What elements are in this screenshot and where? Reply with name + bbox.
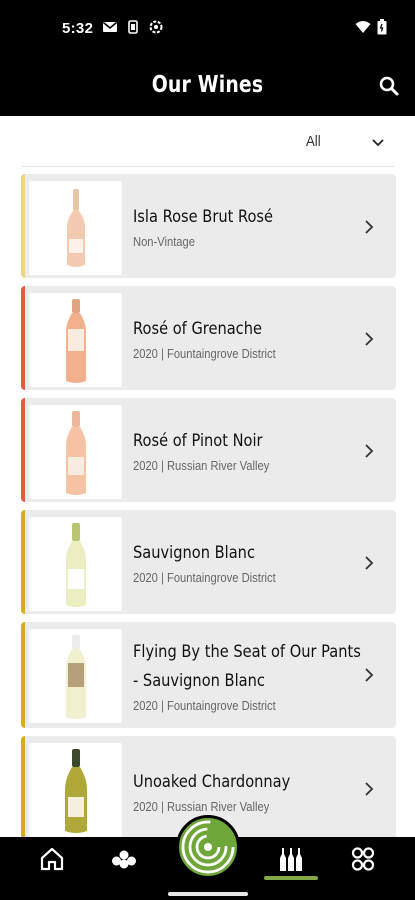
chevron-right-icon [362,781,376,797]
wine-subtitle: 2020 | Russian River Valley [133,799,270,814]
app-bar: Our Wines [0,58,415,116]
wine-bottle-image [29,293,122,387]
status-bar: 5:32 [0,0,415,58]
category-stripe [21,398,25,502]
grid-icon[interactable] [348,845,378,873]
wine-bottle-image [29,405,122,499]
wine-subtitle: Non-Vintage [133,234,195,249]
wine-name: Rosé of Pinot Noir [133,431,263,451]
wine-bottle-image [29,181,122,275]
home-icon[interactable] [37,845,67,873]
category-stripe [21,174,25,278]
wine-card[interactable]: Isla Rose Brut Rosé Non-Vintage [21,174,396,278]
target-icon[interactable] [176,815,240,879]
wine-name-line-1: Flying By the Seat of Our Pants [133,641,361,662]
category-stripe [21,622,25,728]
wine-name: Isla Rose Brut Rosé [133,207,274,227]
chevron-right-icon [362,555,376,571]
chevron-right-icon [362,667,376,683]
status-time: 5:32 [62,20,94,37]
settings-icon [148,19,164,35]
wine-subtitle: 2020 | Fountaingrove District [133,570,276,585]
active-tab-indicator [264,876,318,880]
wine-card[interactable]: Sauvignon Blanc 2020 | Fountaingrove Dis… [21,510,396,614]
search-icon[interactable] [377,74,401,98]
chevron-right-icon [362,443,376,459]
wine-name: Sauvignon Blanc [133,543,255,563]
chevron-down-icon [370,134,386,150]
wifi-icon [355,20,371,39]
chevron-right-icon [362,331,376,347]
battery-saver-icon [125,19,141,35]
battery-icon [377,19,387,40]
wine-card[interactable]: Rosé of Grenache 2020 | Fountaingrove Di… [21,286,396,390]
wine-name: Unoaked Chardonnay [133,772,291,792]
wine-subtitle: 2020 | Russian River Valley [133,458,270,473]
wine-bottle-image [29,743,122,837]
chevron-right-icon [362,219,376,235]
wine-card[interactable]: Flying By the Seat of Our Pants - Sauvig… [21,622,396,728]
wine-subtitle: 2020 | Fountaingrove District [133,346,276,361]
category-stripe [21,736,25,846]
gmail-icon [102,19,118,35]
page-title: Our Wines [151,72,264,98]
wine-card[interactable]: Rosé of Pinot Noir 2020 | Russian River … [21,398,396,502]
wines-icon[interactable] [276,845,306,873]
filter-value: All [306,133,321,150]
category-stripe [21,510,25,614]
filter-divider [22,166,394,167]
wine-subtitle: 2020 | Fountaingrove District [133,697,276,713]
wine-bottle-image [29,629,122,723]
gesture-bar [168,892,248,896]
wine-name: Rosé of Grenache [133,319,262,339]
category-filter-dropdown[interactable]: All [292,128,392,158]
category-stripe [21,286,25,390]
wine-name-line-2: - Sauvignon Blanc [133,670,265,691]
wine-bottle-image [29,517,122,611]
community-icon[interactable] [109,845,139,873]
